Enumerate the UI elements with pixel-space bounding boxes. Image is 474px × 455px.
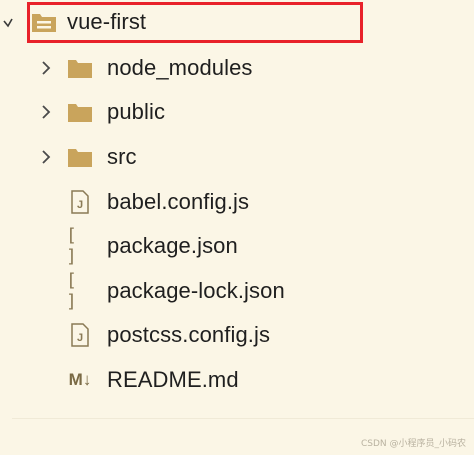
svg-text:J: J xyxy=(77,199,83,211)
tree-item-label: src xyxy=(107,144,137,169)
tree-item-package-json[interactable]: [ ] package.json xyxy=(0,225,474,267)
tree-item-label: public xyxy=(107,99,166,124)
folder-icon xyxy=(66,99,94,125)
js-file-icon: J xyxy=(66,189,94,215)
watermark-text: CSDN @小程序员_小码农 xyxy=(360,439,466,449)
tree-item-label: package-lock.json xyxy=(107,278,285,303)
tree-item-readme[interactable]: M↓ README.md xyxy=(0,363,474,397)
tree-item-public[interactable]: public xyxy=(0,95,474,129)
tree-item-package-lock-json[interactable]: [ ] package-lock.json xyxy=(0,270,474,312)
tree-item-babel-config[interactable]: J babel.config.js xyxy=(0,185,474,219)
tree-item-label: node_modules xyxy=(107,55,253,80)
folder-icon xyxy=(66,55,94,81)
tree-item-node-modules[interactable]: node_modules xyxy=(0,51,474,85)
chevron-right-icon[interactable] xyxy=(38,104,54,120)
tree-item-src[interactable]: src xyxy=(0,140,474,174)
file-explorer: vue-first node_modules public src J babe… xyxy=(0,0,474,455)
svg-text:J: J xyxy=(77,332,83,344)
json-file-icon: [ ] xyxy=(66,225,81,267)
chevron-right-icon[interactable] xyxy=(38,60,54,76)
tree-item-label: README.md xyxy=(107,367,239,392)
js-file-icon: J xyxy=(66,322,94,348)
folder-icon xyxy=(66,144,94,170)
tree-item-label: babel.config.js xyxy=(107,189,250,214)
tree-item-postcss-config[interactable]: J postcss.config.js xyxy=(0,318,474,352)
tree-item-label: package.json xyxy=(107,233,238,258)
divider xyxy=(12,418,474,419)
chevron-right-icon[interactable] xyxy=(38,149,54,165)
markdown-file-icon: M↓ xyxy=(68,370,92,389)
tree-item-label: postcss.config.js xyxy=(107,322,271,347)
json-file-icon: [ ] xyxy=(66,270,81,312)
highlight-box xyxy=(27,2,363,43)
